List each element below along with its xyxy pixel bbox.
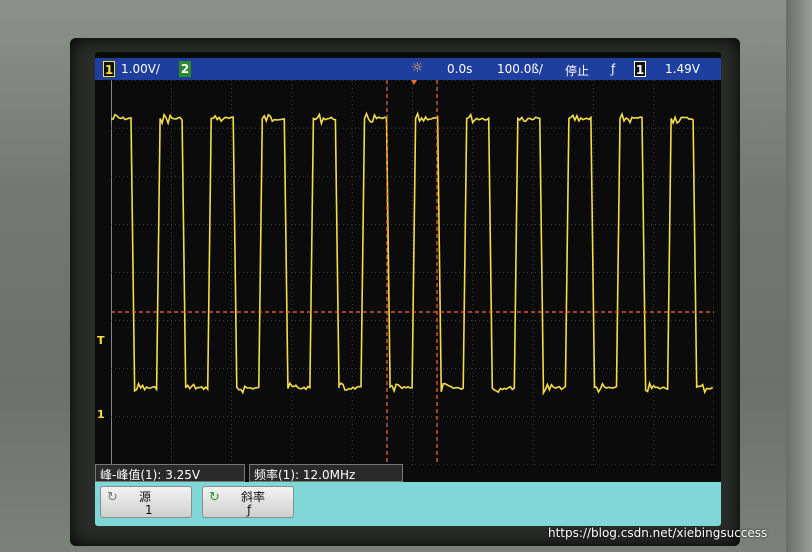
trigger-source: 1 [634,61,646,77]
slope-softkey[interactable]: ↻ 斜率 ƒ [202,486,294,518]
rotate-knob-icon: ↻ [107,490,118,505]
watermark: https://blog.csdn.net/xiebingsuccess [548,526,768,540]
rotate-knob-icon: ↻ [209,490,220,505]
trigger-level: 1.49V [665,62,700,76]
time-scale: 100.0ß/ [497,62,543,76]
ch2-indicator[interactable]: 2 [179,61,191,77]
oscilloscope-screen: 1 1.00V/ 2 ☼ 0.0s 100.0ß/ 停止 ƒ 1 1.49V T… [95,52,721,526]
softkey-menu: ↻ 源 1 ↻ 斜率 ƒ [95,482,721,526]
ch1-indicator[interactable]: 1 [103,61,115,77]
ch1-scale: 1.00V/ [121,62,160,76]
graticule [111,80,714,465]
intensity-icon: ☼ [411,60,424,76]
frequency-measurement: 频率(1): 12.0MHz [249,464,403,482]
time-delay: 0.0s [447,62,473,76]
trigger-slope-icon: ƒ [611,62,616,76]
source-softkey[interactable]: ↻ 源 1 [100,486,192,518]
peak-to-peak-measurement: 峰-峰值(1): 3.25V [95,464,245,482]
waveform-display [111,80,714,465]
run-state: 停止 [565,64,590,78]
device-edge [786,0,812,552]
ch1-trace [111,111,714,396]
status-bar: 1 1.00V/ 2 ☼ 0.0s 100.0ß/ 停止 ƒ 1 1.49V [95,58,721,80]
trigger-marker: T [97,334,105,347]
trigger-position-marker [411,80,417,85]
ground-marker: 1 [97,408,105,421]
